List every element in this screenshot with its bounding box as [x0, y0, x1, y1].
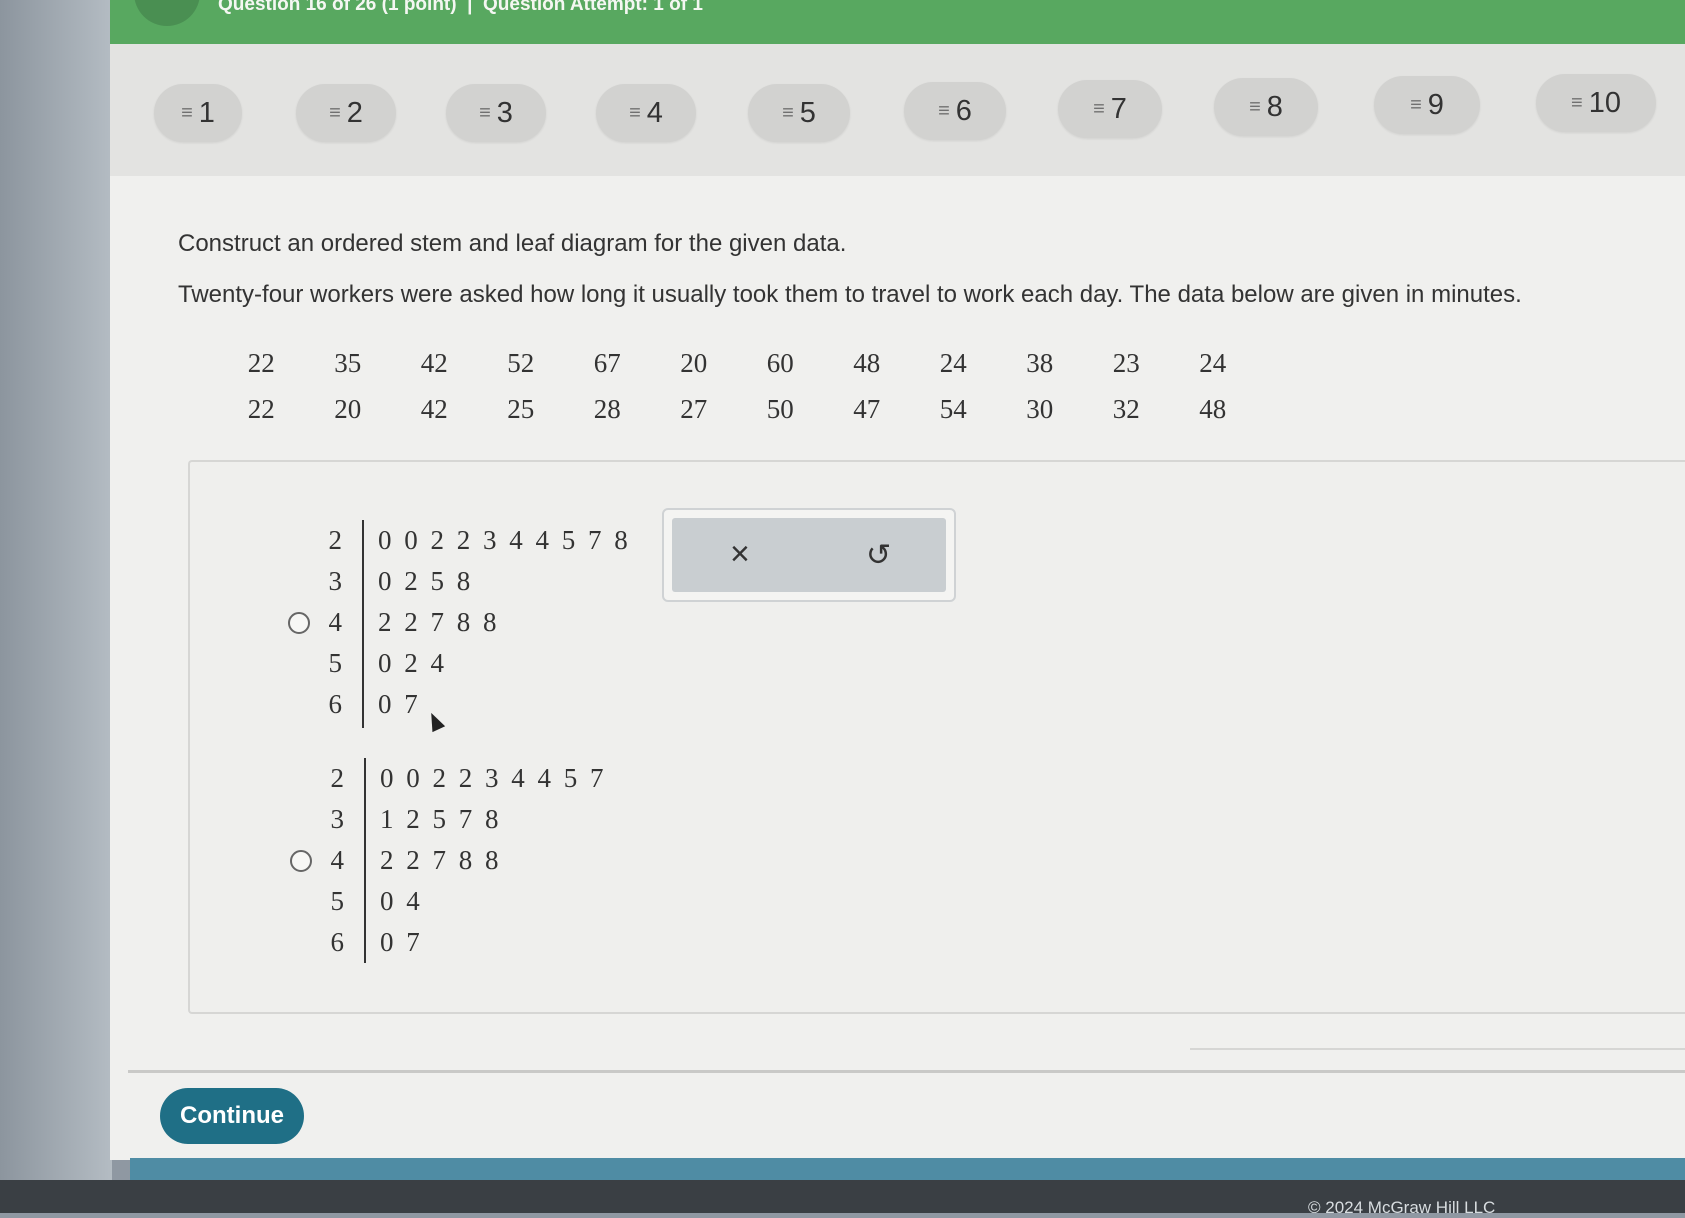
nav-lines-icon: ≡: [1571, 91, 1583, 114]
copyright-text: © 2024 McGraw Hill LLC: [1308, 1198, 1496, 1217]
clear-button[interactable]: ×: [730, 532, 750, 576]
nav-item-6[interactable]: ≡ 6: [904, 82, 1006, 140]
nav-lines-icon: ≡: [629, 101, 641, 124]
leaves: 0 4: [380, 886, 423, 916]
leaves: 0 7: [380, 927, 423, 957]
data-cell: 67: [593, 347, 621, 378]
nav-item-5[interactable]: ≡ 5: [748, 84, 850, 142]
divider: [128, 1070, 1685, 1073]
data-cell: 60: [766, 347, 794, 378]
leaves: 0 2 5 8: [378, 566, 474, 596]
nav-lines-icon: ≡: [1410, 93, 1422, 116]
data-cell: 25: [507, 393, 535, 424]
nav-item-1[interactable]: ≡ 1: [154, 84, 242, 142]
data-cell: 42: [420, 393, 448, 424]
data-cell: 50: [766, 393, 794, 424]
nav-lines-icon: ≡: [1093, 97, 1105, 120]
data-cell: 24: [1199, 347, 1227, 378]
leaves: 0 7: [378, 689, 421, 719]
continue-button[interactable]: Continue: [160, 1088, 304, 1144]
question-status: Question 16 of 26 (1 point) | Question A…: [218, 0, 703, 15]
stem-column: 2 3 4 5 6: [284, 758, 345, 963]
screen-edge: [0, 0, 112, 1213]
leaf-column: 0 0 2 2 3 4 4 5 7 8 0 2 5 8 2 2 7 8 8 0 …: [378, 520, 631, 725]
nav-item-9[interactable]: ≡ 9: [1374, 76, 1480, 134]
data-row: 22 20 42 25 28 27 50 47 54 30 32 48: [218, 386, 1256, 432]
data-cell: 42: [420, 347, 448, 378]
question-description: Twenty-four workers were asked how long …: [178, 281, 1522, 308]
data-cell: 27: [680, 393, 708, 424]
data-cell: 52: [507, 347, 535, 378]
nav-item-7[interactable]: ≡ 7: [1058, 80, 1162, 138]
nav-item-3[interactable]: ≡ 3: [446, 84, 546, 142]
leaves: 0 2 4: [378, 648, 447, 678]
stem: 2: [330, 763, 345, 793]
leaves: 2 2 7 8 8: [380, 845, 502, 875]
nav-item-4[interactable]: ≡ 4: [596, 84, 696, 142]
stem-divider: [364, 758, 366, 963]
data-cell: 20: [334, 393, 362, 424]
data-table: 22 35 42 52 67 20 60 48 24 38 23 24 22 2…: [218, 340, 1256, 432]
nav-lines-icon: ≡: [479, 101, 491, 124]
data-cell: 47: [853, 393, 881, 424]
stem: 4: [328, 607, 343, 637]
stem-column: 2 3 4 5 6: [282, 520, 343, 725]
data-cell: 54: [939, 393, 967, 424]
data-cell: 48: [1199, 393, 1227, 424]
nav-lines-icon: ≡: [1249, 95, 1261, 118]
leaf-column: 0 0 2 2 3 4 4 5 7 1 2 5 7 8 2 2 7 8 8 0 …: [380, 758, 607, 963]
leaves: 2 2 7 8 8: [378, 607, 500, 637]
data-cell: 22: [247, 393, 275, 424]
nav-item-2[interactable]: ≡ 2: [296, 84, 396, 142]
leaves: 0 0 2 2 3 4 4 5 7 8: [378, 525, 631, 555]
data-cell: 32: [1112, 393, 1140, 424]
stem: 4: [330, 845, 345, 875]
data-row: 22 35 42 52 67 20 60 48 24 38 23 24: [218, 340, 1256, 386]
nav-lines-icon: ≡: [782, 101, 794, 124]
stem: 5: [330, 886, 345, 916]
data-cell: 22: [247, 347, 275, 378]
nav-lines-icon: ≡: [329, 101, 341, 124]
nav-item-10[interactable]: ≡ 10: [1536, 74, 1656, 132]
stem: 6: [330, 927, 345, 957]
answer-tools-bar: × ↺: [672, 518, 946, 592]
divider: [1190, 1048, 1685, 1050]
data-cell: 28: [593, 393, 621, 424]
data-cell: 20: [680, 347, 708, 378]
stem: 3: [330, 804, 345, 834]
stem-divider: [362, 520, 364, 728]
data-cell: 23: [1112, 347, 1140, 378]
stem: 3: [328, 566, 343, 596]
data-cell: 30: [1026, 393, 1054, 424]
answer-tools: × ↺: [662, 508, 956, 602]
leaves: 0 0 2 2 3 4 4 5 7: [380, 763, 607, 793]
data-cell: 24: [939, 347, 967, 378]
stem: 2: [328, 525, 343, 555]
undo-button[interactable]: ↺: [866, 536, 891, 576]
data-cell: 48: [853, 347, 881, 378]
leaves: 1 2 5 7 8: [380, 804, 502, 834]
nav-lines-icon: ≡: [181, 101, 193, 124]
nav-item-8[interactable]: ≡ 8: [1214, 78, 1318, 136]
nav-lines-icon: ≡: [938, 99, 950, 122]
data-cell: 35: [334, 347, 362, 378]
stem: 5: [328, 648, 343, 678]
question-prompt: Construct an ordered stem and leaf diagr…: [178, 230, 847, 257]
data-cell: 38: [1026, 347, 1054, 378]
stem: 6: [328, 689, 343, 719]
